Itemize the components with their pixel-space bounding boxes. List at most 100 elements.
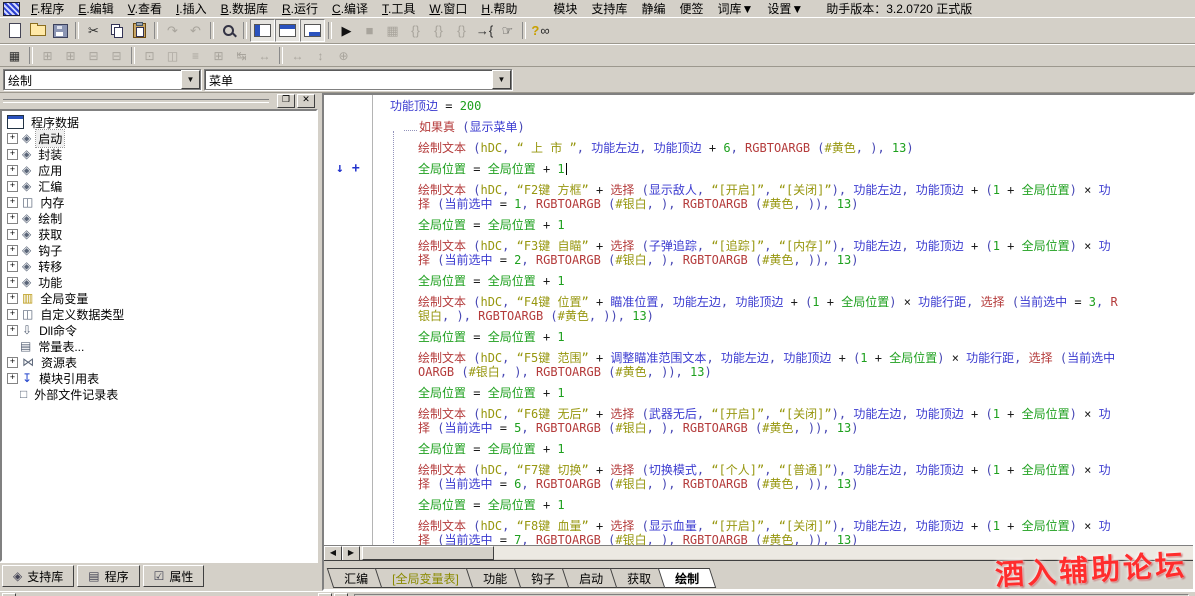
expand-plus-icon[interactable]: + [7,181,18,192]
code-line[interactable]: 绘制文本 (hDC, “F4键 位置” + 瞄准位置, 功能左边, 功能顶边 +… [324,295,1193,309]
code-line[interactable]: 择 (当前选中 = 2, RGBTOARGB (#银白, ), RGBTOARG… [324,253,1193,267]
expand-plus-icon[interactable]: + [7,325,18,336]
tab-program[interactable]: ▤程序 [77,565,139,587]
code-line[interactable]: 绘制文本 (hDC, “F8键 血量” + 选择 (显示血量, “[开启]”, … [324,519,1193,533]
chevron-down-icon[interactable]: ▼ [492,70,511,89]
run-button[interactable]: ▶ [335,20,358,41]
code-line[interactable]: OARGB (#银白, ), RGBTOARGB (#黄色, )), 13) [324,365,1193,379]
code-editor[interactable]: 功能顶边 = 200 如果真 (显示菜单) 绘制文本 (hDC, “ 上 市 ”, … [324,95,1193,545]
expand-plus-icon[interactable]: + [7,229,18,240]
menu-settings[interactable]: 设置▼ [760,1,810,17]
code-line[interactable]: 全局位置 = 全局位置 + 1 [324,386,1193,400]
tree-item-assembly[interactable]: +◈汇编 [4,178,314,194]
scroll-left-icon[interactable]: ◀ [324,546,342,561]
expand-plus-icon[interactable]: + [7,277,18,288]
code-line[interactable]: 择 (当前选中 = 5, RGBTOARGB (#银白, ), RGBTOARG… [324,421,1193,435]
chevron-down-icon[interactable]: ▼ [181,70,200,89]
tree-root-program-data[interactable]: 程序数据 [4,114,314,130]
tab-huizhi[interactable]: 绘制 [658,568,717,588]
layout-bottom-panel-button[interactable] [300,19,325,42]
menu-run[interactable]: R.运行 [275,1,325,17]
tree-item-custom-types[interactable]: +◫自定义数据类型 [4,306,314,322]
layout-left-panel-button[interactable] [250,19,275,42]
expand-plus-icon[interactable]: + [7,165,18,176]
expand-plus-icon[interactable]: + [7,293,18,304]
code-line[interactable]: 择 (当前选中 = 6, RGBTOARGB (#银白, ), RGBTOARG… [324,477,1193,491]
menu-edit[interactable]: E.编辑 [71,1,120,17]
code-line[interactable]: 如果真 (显示菜单) [324,120,1193,134]
program-data-tree[interactable]: 程序数据+◈启动+◈封装+◈应用+◈汇编+◫内存+◈绘制+◈获取+◈钩子+◈转移… [0,109,318,562]
expand-plus-icon[interactable]: + [7,133,18,144]
tree-item-dll-commands[interactable]: +⇩Dll命令 [4,322,314,338]
find-button[interactable] [217,20,240,41]
subroutine-combo[interactable]: 绘制 ▼ [3,69,201,90]
menu-help[interactable]: H.帮助 [474,1,524,17]
tree-item-external-file-table[interactable]: □外部文件记录表 [4,386,314,402]
tab-support-lib[interactable]: ◈支持库 [2,565,74,587]
code-line[interactable]: 绘制文本 (hDC, “F3键 自瞄” + 选择 (子弹追踪, “[追踪]”, … [324,239,1193,253]
cut-button[interactable]: ✂ [82,20,105,41]
code-line[interactable]: 绘制文本 (hDC, “F6键 无后” + 选择 (武器无后, “[开启]”, … [324,407,1193,421]
menu-word-lib[interactable]: 词库▼ [710,1,760,17]
tree-item-memory[interactable]: +◫内存 [4,194,314,210]
save-button[interactable] [49,20,72,41]
code-line[interactable]: 银白, ), RGBTOARGB (#黄色, )), 13) [324,309,1193,323]
panel-grip[interactable] [3,99,269,103]
menu-module[interactable]: 模块 [546,1,584,17]
tab-global-var-table[interactable]: [全局变量表] [375,568,476,588]
scroll-right-icon[interactable]: ▶ [342,546,360,561]
tree-item-function[interactable]: +◈功能 [4,274,314,290]
tree-item-package[interactable]: +◈封装 [4,146,314,162]
expand-plus-icon[interactable]: + [7,357,18,368]
copy-button[interactable] [105,20,128,41]
code-line[interactable]: ↓+全局位置 = 全局位置 + 1 [324,162,1193,176]
code-line[interactable]: 绘制文本 (hDC, “F7键 切换” + 选择 (切换模式, “[个人]”, … [324,463,1193,477]
code-line[interactable]: 择 (当前选中 = 7, RGBTOARGB (#银白, ), RGBTOARG… [324,533,1193,545]
menu-tools[interactable]: T.工具 [375,1,422,17]
new-file-button[interactable] [3,20,26,41]
restore-panel-button[interactable]: ❐ [277,94,295,108]
expand-plus-icon[interactable]: + [7,309,18,320]
tree-item-transfer[interactable]: +◈转移 [4,258,314,274]
menu-insert[interactable]: I.插入 [169,1,214,17]
menu-static-compile[interactable]: 静编 [634,1,672,17]
code-line[interactable]: 择 (当前选中 = 1, RGBTOARGB (#银白, ), RGBTOARG… [324,197,1193,211]
expand-plus-icon[interactable]: + [7,149,18,160]
tree-item-draw[interactable]: +◈绘制 [4,210,314,226]
tree-item-resource-table[interactable]: +⋈资源表 [4,354,314,370]
menu-notes[interactable]: 便签 [672,1,710,17]
expand-plus-icon[interactable]: + [7,197,18,208]
menu-compile[interactable]: C.编译 [325,1,375,17]
menu-view[interactable]: V.查看 [121,1,169,17]
form-grid-button[interactable]: ▦ [3,47,26,65]
code-line[interactable]: 全局位置 = 全局位置 + 1 [324,218,1193,232]
code-line[interactable]: 绘制文本 (hDC, “ 上 市 ”, 功能左边, 功能顶边 + 6, RGBT… [324,141,1193,155]
run-to-cursor-button[interactable]: →{ [473,20,496,41]
code-line[interactable]: 功能顶边 = 200 [324,99,1193,113]
code-line[interactable]: 全局位置 = 全局位置 + 1 [324,330,1193,344]
tree-item-apply[interactable]: +◈应用 [4,162,314,178]
section-combo[interactable]: 菜单 ▼ [204,69,512,90]
scrollbar-thumb[interactable] [362,546,494,560]
code-line[interactable]: 绘制文本 (hDC, “F2键 方框” + 选择 (显示敌人, “[开启]”, … [324,183,1193,197]
expand-plus-icon[interactable]: + [7,245,18,256]
tree-item-get[interactable]: +◈获取 [4,226,314,242]
menu-program[interactable]: F.程序 [24,1,71,17]
tree-item-global-vars[interactable]: +▥全局变量 [4,290,314,306]
layout-top-panel-button[interactable] [275,19,300,42]
paste-button[interactable] [128,20,151,41]
tree-item-const-table[interactable]: ▤常量表... [4,338,314,354]
code-line[interactable]: 全局位置 = 全局位置 + 1 [324,498,1193,512]
tab-properties[interactable]: ☑属性 [143,565,205,587]
menu-support-lib[interactable]: 支持库 [584,1,634,17]
expand-plus-icon[interactable]: + [7,261,18,272]
tree-item-module-ref-table[interactable]: +↧模块引用表 [4,370,314,386]
menu-window[interactable]: W.窗口 [422,1,474,17]
code-line[interactable]: 全局位置 = 全局位置 + 1 [324,442,1193,456]
code-line[interactable]: 绘制文本 (hDC, “F5键 范围” + 调整瞄准范围文本, 功能左边, 功能… [324,351,1193,365]
menu-database[interactable]: B.数据库 [214,1,275,17]
code-line[interactable]: 全局位置 = 全局位置 + 1 [324,274,1193,288]
expand-plus-icon[interactable]: + [7,213,18,224]
tree-item-startup[interactable]: +◈启动 [4,130,314,146]
tree-item-hook[interactable]: +◈钩子 [4,242,314,258]
